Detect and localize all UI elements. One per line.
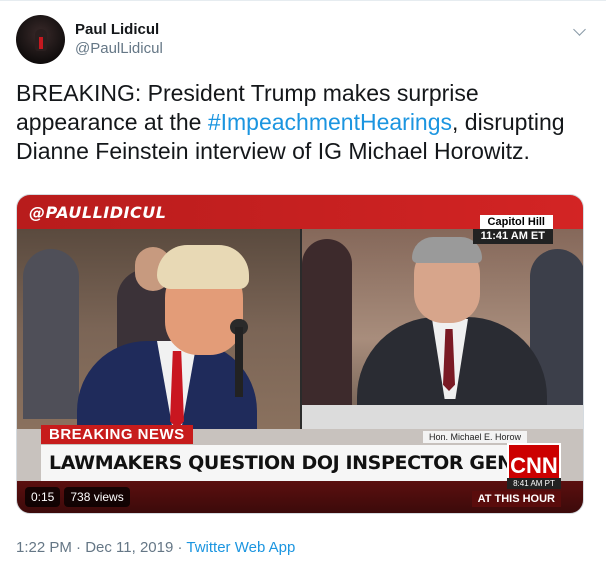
location-label: Capitol Hill bbox=[479, 215, 553, 230]
witness-nameplate: Hon. Michael E. Horow bbox=[422, 431, 527, 443]
author-handle[interactable]: @PaulLidicul bbox=[75, 39, 163, 59]
author-name[interactable]: Paul Lidicul bbox=[75, 21, 163, 39]
witness-hair bbox=[412, 237, 482, 263]
show-name: AT THIS HOUR bbox=[471, 491, 561, 507]
tweet-text: BREAKING: President Trump makes surprise… bbox=[16, 79, 590, 166]
avatar-tie bbox=[39, 37, 43, 49]
tweet-source-link[interactable]: Twitter Web App bbox=[186, 539, 295, 556]
video-watermark: @PAULLIDICUL bbox=[29, 203, 167, 222]
tweet-card: Paul Lidicul @PaulLidicul BREAKING: Pres… bbox=[0, 0, 606, 561]
tweet-timestamp[interactable]: 1:22 PM · Dec 11, 2019 · bbox=[16, 539, 186, 556]
author-names: Paul Lidicul @PaulLidicul bbox=[75, 21, 163, 59]
news-chyron: LAWMAKERS QUESTION DOJ INSPECTOR GENERAL… bbox=[41, 445, 511, 481]
broadcast-time: 11:41 AM ET bbox=[472, 229, 553, 244]
chevron-down-icon[interactable] bbox=[573, 23, 586, 36]
hashtag-link[interactable]: #ImpeachmentHearings bbox=[208, 109, 452, 135]
background-person bbox=[23, 249, 79, 419]
video-left-panel bbox=[17, 229, 300, 429]
speaker-hair bbox=[157, 245, 249, 289]
breaking-news-label: BREAKING NEWS bbox=[41, 425, 193, 444]
video-duration: 0:15 bbox=[25, 487, 61, 507]
background-person bbox=[302, 239, 352, 409]
view-count: 738 views bbox=[64, 487, 130, 507]
tweet-header: Paul Lidicul @PaulLidicul bbox=[16, 15, 163, 64]
avatar[interactable] bbox=[16, 15, 65, 64]
witness-desk bbox=[302, 405, 583, 429]
video-right-panel bbox=[302, 229, 583, 429]
tweet-footer: 1:22 PM · Dec 11, 2019 · Twitter Web App bbox=[16, 538, 295, 558]
network-time: 8:41 AM PT bbox=[507, 478, 561, 489]
video-player[interactable]: @PAULLIDICUL Capitol Hill 11:41 AM ET BR… bbox=[16, 194, 584, 514]
microphone-stand bbox=[235, 327, 243, 397]
video-badges: 0:15 738 views bbox=[25, 487, 130, 507]
